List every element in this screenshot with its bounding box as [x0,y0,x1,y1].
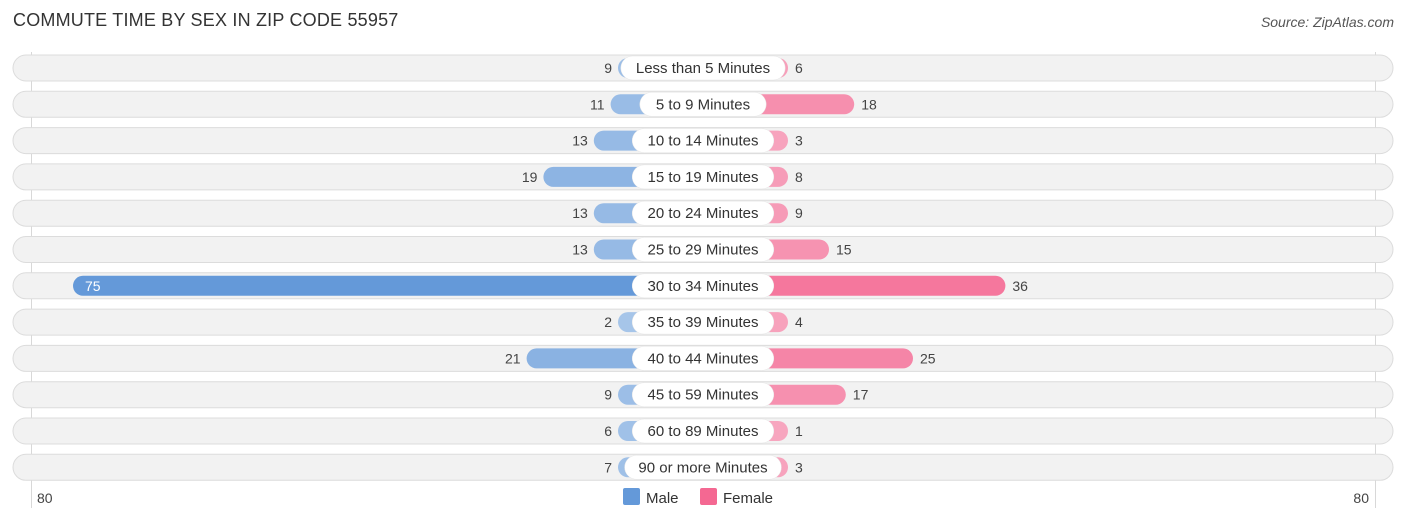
chart-row: 19 8 15 to 19 Minutes [12,163,1394,191]
value-label-female: 25 [920,350,936,366]
category-label: 30 to 34 Minutes [648,278,759,295]
value-label-female: 4 [795,314,803,330]
value-label-male: 13 [572,205,588,221]
axis-left-label: 80 [37,490,53,506]
value-label-female: 9 [795,205,803,221]
legend-label-male: Male [646,490,679,507]
category-label: 35 to 39 Minutes [648,314,759,331]
chart-row: 11 18 5 to 9 Minutes [12,90,1394,118]
chart-row: 9 17 45 to 59 Minutes [12,381,1394,409]
chart-row: 13 15 25 to 29 Minutes [12,236,1394,263]
legend-item-male[interactable]: Male [623,488,679,507]
category-label: 20 to 24 Minutes [648,205,759,222]
legend-swatch-male [623,488,640,505]
category-label: 25 to 29 Minutes [648,242,759,259]
legend: Male Female [623,488,773,507]
chart-row: 75 36 30 to 34 Minutes [12,272,1394,300]
axis-right-label: 80 [1353,490,1369,506]
value-label-female: 36 [1012,278,1028,294]
value-label-female: 18 [861,96,877,112]
category-label: 10 to 14 Minutes [648,133,759,150]
chart-row: 6 1 60 to 89 Minutes [12,417,1394,445]
category-label: 90 or more Minutes [638,459,767,476]
chart-rows: 9 6Less than 5 Minutes11 185 to 9 Minutes1… [12,52,1394,508]
chart-row: 13 9 20 to 24 Minutes [12,199,1394,227]
value-label-female: 15 [836,242,852,258]
bar-male[interactable] [73,275,703,296]
chart-row: 13 3 10 to 14 Minutes [12,127,1394,155]
value-label-male: 7 [604,459,612,475]
category-label: 15 to 19 Minutes [648,169,759,186]
value-label-male: 13 [572,242,588,258]
value-label-female: 1 [795,423,803,439]
value-label-male: 9 [604,387,612,403]
value-label-female: 3 [795,133,803,149]
category-label: Less than 5 Minutes [636,60,770,77]
legend-label-female: Female [723,490,773,507]
value-label-male: 75 [85,278,101,294]
value-label-female: 17 [853,387,869,403]
value-label-female: 8 [795,169,803,185]
value-label-female: 6 [795,60,803,76]
value-label-female: 3 [795,459,803,475]
value-label-male: 13 [572,133,588,149]
value-label-male: 9 [604,60,612,76]
category-label: 60 to 89 Minutes [648,423,759,440]
value-label-male: 2 [604,314,612,330]
category-label: 5 to 9 Minutes [656,96,750,113]
chart-row: 2 4 35 to 39 Minutes [12,308,1394,336]
category-label: 40 to 44 Minutes [648,350,759,367]
legend-item-female[interactable]: Female [700,488,773,507]
legend-swatch-female [700,488,717,505]
value-label-male: 21 [505,350,521,366]
value-label-male: 11 [590,96,605,112]
chart-row: 7 3 90 or more Minutes [12,453,1394,481]
category-label: 45 to 59 Minutes [648,387,759,404]
chart-row: 9 6 Less than 5 Minutes [12,54,1394,82]
chart-row: 21 25 40 to 44 Minutes [12,344,1394,372]
value-label-male: 6 [604,423,612,439]
value-label-male: 19 [522,169,538,185]
butterfly-bar-chart: 9 6Less than 5 Minutes11 185 to 9 Minutes1… [12,52,1394,508]
